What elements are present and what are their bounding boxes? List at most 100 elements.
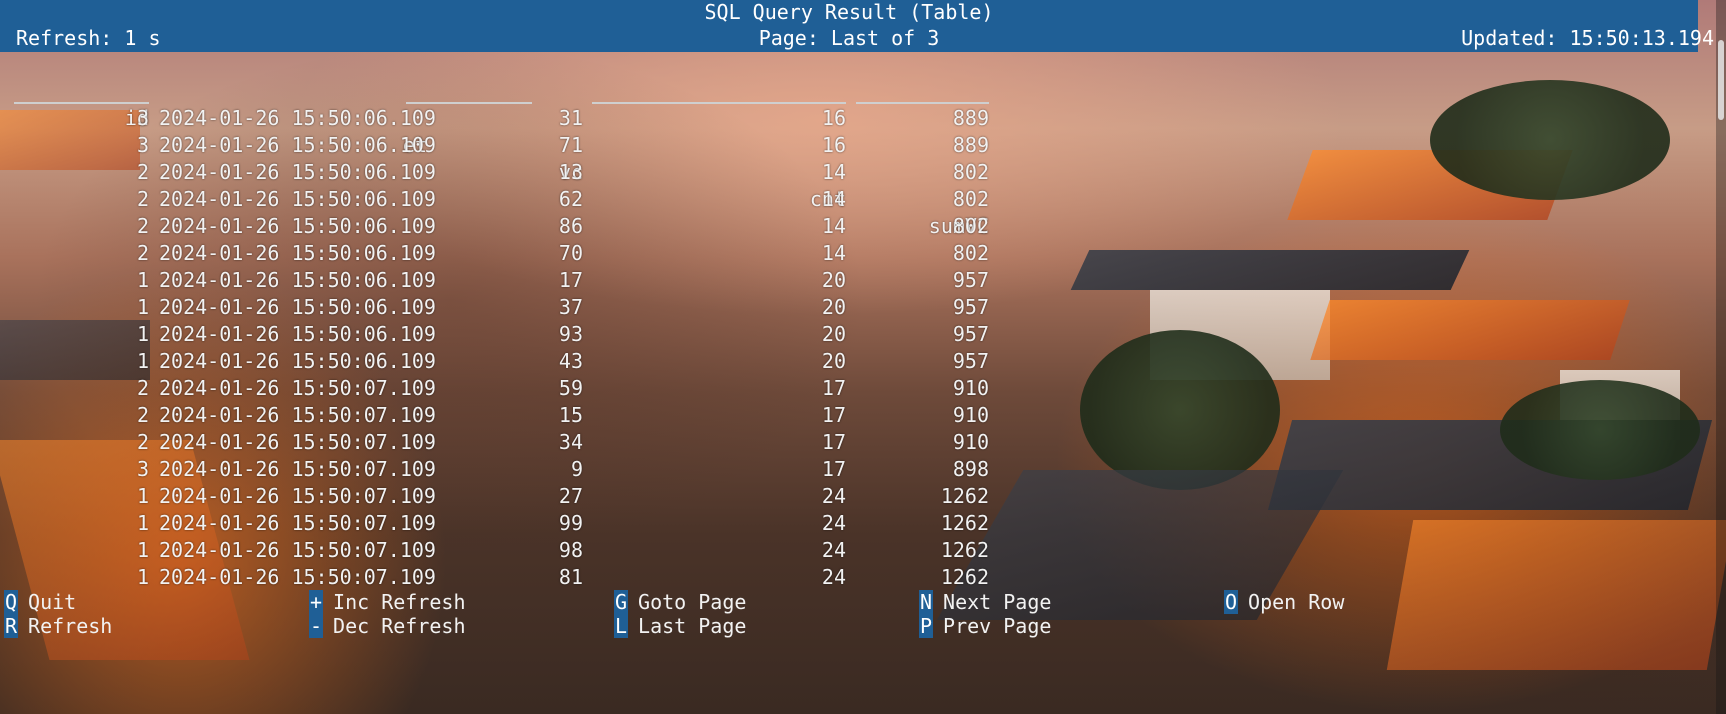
cell-sumvc: 898 bbox=[952, 457, 989, 481]
cell-cnt: 14 bbox=[821, 214, 846, 238]
shortcut-label: Goto Page bbox=[638, 590, 747, 614]
scrollbar-thumb[interactable] bbox=[1718, 40, 1724, 120]
background-roof bbox=[1070, 250, 1470, 290]
shortcut-label: Next Page bbox=[943, 590, 1052, 614]
window-title: SQL Query Result (Table) bbox=[704, 0, 994, 24]
cell-et: 2024-01-26 15:50:06.109 bbox=[159, 322, 436, 346]
background-roof bbox=[1310, 300, 1630, 360]
cell-vc: 43 bbox=[558, 349, 583, 373]
cell-et: 2024-01-26 15:50:07.109 bbox=[159, 565, 436, 589]
column-underline bbox=[856, 102, 989, 104]
cell-cnt: 20 bbox=[821, 349, 846, 373]
shortcut-goto-page[interactable]: G Goto Page bbox=[614, 590, 746, 616]
cell-sumvc: 889 bbox=[952, 133, 989, 157]
table-row[interactable]: 1 2024-01-26 15:50:06.109 43 20 957 bbox=[14, 348, 989, 375]
cell-vc: 81 bbox=[558, 565, 583, 589]
cell-et: 2024-01-26 15:50:07.109 bbox=[159, 484, 436, 508]
cell-sumvc: 910 bbox=[952, 403, 989, 427]
cell-id: 1 bbox=[136, 295, 149, 319]
cell-sumvc: 1262 bbox=[940, 565, 989, 589]
background-roof bbox=[1386, 520, 1726, 670]
shortcut-key: L bbox=[614, 614, 629, 638]
result-table: id et vc cnt sumVC 3 2024-01-26 15:50:06.… bbox=[14, 78, 989, 591]
cell-cnt: 14 bbox=[821, 160, 846, 184]
shortcut-inc-refresh[interactable]: + Inc Refresh bbox=[309, 590, 466, 616]
table-row[interactable]: 2 2024-01-26 15:50:06.109 62 14 802 bbox=[14, 186, 989, 213]
cell-et: 2024-01-26 15:50:06.109 bbox=[159, 241, 436, 265]
shortcut-next-page[interactable]: N Next Page bbox=[919, 590, 1051, 616]
cell-et: 2024-01-26 15:50:06.109 bbox=[159, 268, 436, 292]
table-row[interactable]: 2 2024-01-26 15:50:07.109 15 17 910 bbox=[14, 402, 989, 429]
cell-cnt: 16 bbox=[821, 106, 846, 130]
table-row[interactable]: 3 2024-01-26 15:50:06.109 71 16 889 bbox=[14, 132, 989, 159]
table-row[interactable]: 2 2024-01-26 15:50:06.109 86 14 802 bbox=[14, 213, 989, 240]
cell-id: 3 bbox=[136, 106, 149, 130]
table-row[interactable]: 3 2024-01-26 15:50:06.109 31 16 889 bbox=[14, 105, 989, 132]
table-row[interactable]: 3 2024-01-26 15:50:07.109 9 17 898 bbox=[14, 456, 989, 483]
table-row[interactable]: 2 2024-01-26 15:50:06.109 70 14 802 bbox=[14, 240, 989, 267]
table-row[interactable]: 1 2024-01-26 15:50:07.109 81 24 1262 bbox=[14, 564, 989, 591]
cell-id: 1 bbox=[136, 322, 149, 346]
table-row[interactable]: 2 2024-01-26 15:50:07.109 34 17 910 bbox=[14, 429, 989, 456]
cell-cnt: 24 bbox=[821, 565, 846, 589]
cell-id: 2 bbox=[136, 376, 149, 400]
shortcut-refresh[interactable]: R Refresh bbox=[4, 614, 112, 640]
table-row[interactable]: 1 2024-01-26 15:50:07.109 27 24 1262 bbox=[14, 483, 989, 510]
cell-vc: 59 bbox=[558, 376, 583, 400]
shortcut-key: O bbox=[1224, 590, 1239, 614]
shortcut-dec-refresh[interactable]: - Dec Refresh bbox=[309, 614, 466, 640]
cell-cnt: 17 bbox=[821, 457, 846, 481]
cell-sumvc: 957 bbox=[952, 349, 989, 373]
cell-cnt: 20 bbox=[821, 322, 846, 346]
cell-et: 2024-01-26 15:50:07.109 bbox=[159, 511, 436, 535]
cell-sumvc: 802 bbox=[952, 241, 989, 265]
cell-sumvc: 1262 bbox=[940, 484, 989, 508]
table-row[interactable]: 1 2024-01-26 15:50:06.109 37 20 957 bbox=[14, 294, 989, 321]
shortcut-prev-page[interactable]: P Prev Page bbox=[919, 614, 1051, 640]
table-body: 3 2024-01-26 15:50:06.109 31 16 889 3 2024-01-… bbox=[14, 105, 989, 591]
cell-vc: 62 bbox=[558, 187, 583, 211]
shortcut-label: Inc Refresh bbox=[333, 590, 466, 614]
cell-vc: 71 bbox=[558, 133, 583, 157]
cell-sumvc: 802 bbox=[952, 187, 989, 211]
cell-id: 2 bbox=[136, 430, 149, 454]
shortcut-key: + bbox=[309, 590, 324, 614]
cell-vc: 31 bbox=[558, 106, 583, 130]
cell-id: 3 bbox=[136, 457, 149, 481]
shortcut-label: Prev Page bbox=[943, 614, 1052, 638]
terminal-window: SQL Query Result (Table) Refresh: 1 s Pa… bbox=[0, 0, 1726, 714]
cell-cnt: 20 bbox=[821, 268, 846, 292]
table-row[interactable]: 1 2024-01-26 15:50:06.109 17 20 957 bbox=[14, 267, 989, 294]
shortcut-label: Open Row bbox=[1248, 590, 1345, 614]
table-row[interactable]: 1 2024-01-26 15:50:07.109 98 24 1262 bbox=[14, 537, 989, 564]
table-row[interactable]: 1 2024-01-26 15:50:06.109 93 20 957 bbox=[14, 321, 989, 348]
cell-id: 1 bbox=[136, 268, 149, 292]
cell-et: 2024-01-26 15:50:06.109 bbox=[159, 187, 436, 211]
background-tree bbox=[1500, 380, 1700, 480]
shortcut-key: Q bbox=[4, 590, 19, 614]
cell-vc: 15 bbox=[558, 403, 583, 427]
cell-et: 2024-01-26 15:50:07.109 bbox=[159, 376, 436, 400]
cell-vc: 70 bbox=[558, 241, 583, 265]
cell-et: 2024-01-26 15:50:06.109 bbox=[159, 214, 436, 238]
cell-et: 2024-01-26 15:50:06.109 bbox=[159, 295, 436, 319]
cell-id: 1 bbox=[136, 538, 149, 562]
shortcut-open-row[interactable]: O Open Row bbox=[1224, 590, 1344, 616]
table-row[interactable]: 2 2024-01-26 15:50:07.109 59 17 910 bbox=[14, 375, 989, 402]
shortcut-label: Refresh bbox=[28, 614, 113, 638]
cell-sumvc: 910 bbox=[952, 376, 989, 400]
cell-id: 2 bbox=[136, 214, 149, 238]
table-row[interactable]: 2 2024-01-26 15:50:06.109 13 14 802 bbox=[14, 159, 989, 186]
cell-vc: 34 bbox=[558, 430, 583, 454]
cell-vc: 27 bbox=[558, 484, 583, 508]
cell-vc: 9 bbox=[570, 457, 583, 481]
shortcut-quit[interactable]: Q Quit bbox=[4, 590, 76, 616]
cell-id: 2 bbox=[136, 241, 149, 265]
cell-vc: 93 bbox=[558, 322, 583, 346]
table-row[interactable]: 1 2024-01-26 15:50:07.109 99 24 1262 bbox=[14, 510, 989, 537]
shortcut-last-page[interactable]: L Last Page bbox=[614, 614, 746, 640]
cell-id: 3 bbox=[136, 133, 149, 157]
cell-vc: 13 bbox=[558, 160, 583, 184]
shortcut-label: Quit bbox=[28, 590, 77, 614]
cell-cnt: 17 bbox=[821, 430, 846, 454]
